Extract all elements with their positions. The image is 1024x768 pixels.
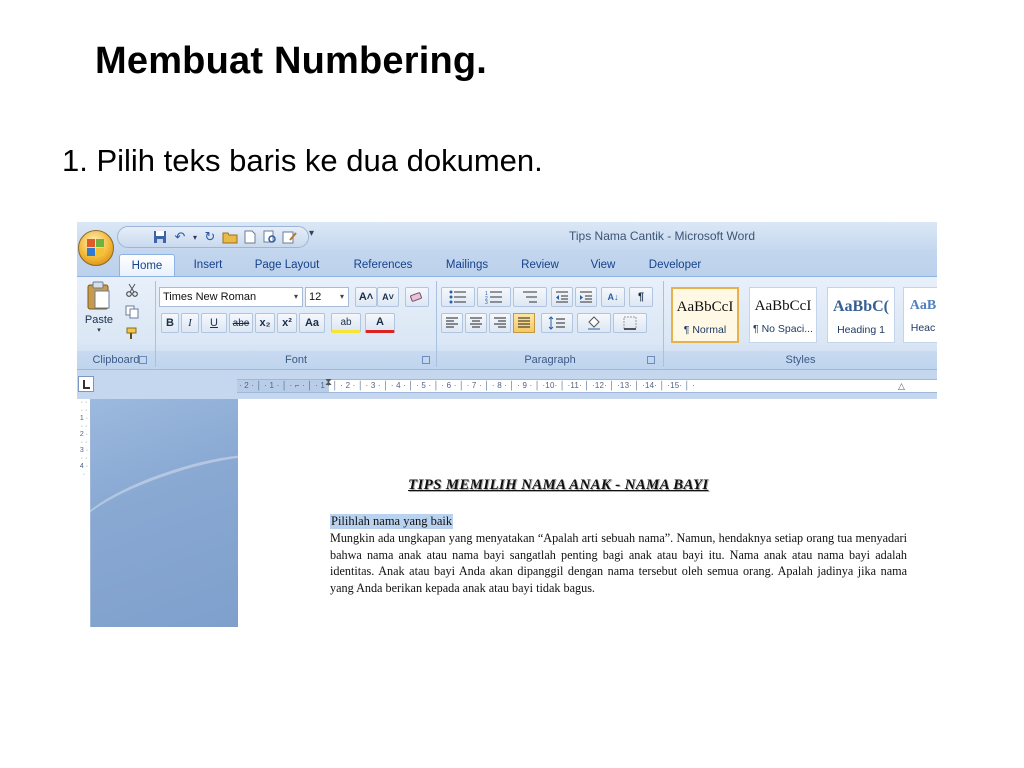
multilevel-list-icon bbox=[523, 291, 537, 303]
horizontal-ruler-row: · 2 · │ · 1 · │ · ⌐ · │ · 1 · │ · 2 · │ … bbox=[77, 369, 937, 399]
font-color-button[interactable]: A bbox=[365, 313, 395, 333]
paste-label: Paste bbox=[84, 314, 114, 326]
shading-button[interactable] bbox=[577, 313, 611, 333]
quick-access-toolbar: ↶ ▾ ↻ bbox=[117, 226, 309, 248]
format-painter-icon[interactable] bbox=[121, 325, 143, 343]
ruler-marks: · 2 · │ · 1 · │ · ⌐ · │ · 1 · │ · 2 · │ … bbox=[239, 381, 696, 390]
svg-text:3: 3 bbox=[485, 300, 488, 304]
shrink-font-button[interactable]: A˅ bbox=[377, 287, 399, 307]
clear-formatting-button[interactable] bbox=[405, 287, 429, 307]
tab-review[interactable]: Review bbox=[513, 254, 567, 276]
justify-icon bbox=[518, 317, 530, 328]
indent-marker-icon[interactable]: ⧗ bbox=[325, 377, 332, 388]
tab-view[interactable]: View bbox=[583, 254, 623, 276]
bullets-button[interactable] bbox=[441, 287, 475, 307]
align-center-button[interactable] bbox=[465, 313, 487, 333]
office-button[interactable] bbox=[78, 230, 114, 266]
subscript-button[interactable]: x₂ bbox=[255, 313, 275, 333]
font-family-select[interactable]: Times New Roman ▾ bbox=[159, 287, 303, 307]
line-spacing-icon bbox=[548, 316, 565, 330]
increase-indent-button[interactable] bbox=[575, 287, 597, 307]
paragraph-launcher-icon[interactable] bbox=[647, 356, 655, 364]
document-heading: TIPS MEMILIH NAMA ANAK - NAMA BAYI bbox=[408, 477, 709, 493]
grow-font-button[interactable]: A˄ bbox=[355, 287, 377, 307]
copy-icon[interactable] bbox=[121, 303, 143, 321]
font-group-label: Font bbox=[156, 351, 436, 369]
save-icon[interactable] bbox=[152, 229, 168, 245]
print-preview-icon[interactable] bbox=[262, 229, 278, 245]
tab-page-layout[interactable]: Page Layout bbox=[247, 254, 327, 276]
align-right-button[interactable] bbox=[489, 313, 511, 333]
horizontal-ruler[interactable]: · 2 · │ · 1 · │ · ⌐ · │ · 1 · │ · 2 · │ … bbox=[237, 377, 937, 393]
style-no-spacing[interactable]: AaBbCcI ¶ No Spaci... bbox=[749, 287, 817, 343]
document-page[interactable]: TIPS MEMILIH NAMA ANAK - NAMA BAYI Pilih… bbox=[238, 399, 937, 627]
eraser-icon bbox=[410, 292, 422, 302]
font-size-select[interactable]: 12 ▾ bbox=[305, 287, 349, 307]
paint-bucket-icon bbox=[588, 316, 600, 330]
undo-icon[interactable]: ↶ bbox=[172, 229, 188, 245]
clipboard-icon bbox=[87, 281, 110, 310]
open-folder-icon[interactable] bbox=[222, 229, 238, 245]
borders-button[interactable] bbox=[613, 313, 647, 333]
customize-qat-dropdown-icon[interactable]: ▾ bbox=[309, 228, 314, 239]
paste-dropdown-icon: ▾ bbox=[97, 327, 101, 334]
redo-icon[interactable]: ↻ bbox=[202, 229, 218, 245]
increase-indent-icon bbox=[580, 291, 592, 303]
vertical-ruler-marks: · · · · 1 · · · 2 · · · 3 · · · 4 · · bbox=[79, 399, 89, 478]
new-document-icon[interactable] bbox=[242, 229, 258, 245]
decrease-indent-icon bbox=[556, 291, 568, 303]
right-indent-marker-icon[interactable]: △ bbox=[898, 381, 905, 392]
align-left-icon bbox=[446, 317, 458, 328]
multilevel-list-button[interactable] bbox=[513, 287, 547, 307]
cut-icon[interactable] bbox=[121, 281, 143, 299]
ribbon-tabs: Home Insert Page Layout References Maili… bbox=[77, 250, 937, 276]
word-screenshot: Tips Nama Cantik - Microsoft Word ↶ ▾ ↻ … bbox=[77, 222, 937, 627]
slide-title: Membuat Numbering. bbox=[95, 40, 488, 82]
clipboard-launcher-icon[interactable] bbox=[139, 356, 147, 364]
document-body-paragraph[interactable]: Mungkin ada ungkapan yang menyatakan “Ap… bbox=[330, 530, 907, 596]
show-marks-button[interactable]: ¶ bbox=[629, 287, 653, 307]
numbering-button[interactable]: 123 bbox=[477, 287, 511, 307]
ribbon-home: Paste ▾ Clipboard Times New Roman ▾ 12 ▾… bbox=[77, 276, 937, 369]
superscript-button[interactable]: x² bbox=[277, 313, 297, 333]
chevron-down-icon: ▾ bbox=[293, 292, 298, 301]
font-launcher-icon[interactable] bbox=[422, 356, 430, 364]
sort-button[interactable]: A↓ bbox=[601, 287, 625, 307]
align-center-icon bbox=[470, 317, 482, 328]
align-right-icon bbox=[494, 317, 506, 328]
style-normal[interactable]: AaBbCcI ¶ Normal bbox=[671, 287, 739, 343]
underline-button[interactable]: U bbox=[201, 313, 227, 333]
tab-selector-icon[interactable] bbox=[78, 376, 94, 392]
style-heading-2[interactable]: AaB Heac bbox=[903, 287, 937, 343]
styles-group-label: Styles bbox=[664, 351, 937, 369]
decrease-indent-button[interactable] bbox=[551, 287, 573, 307]
selected-text-line[interactable]: Pilihlah nama yang baik bbox=[330, 514, 454, 529]
tab-mailings[interactable]: Mailings bbox=[437, 254, 497, 276]
strikethrough-button[interactable]: abe bbox=[229, 313, 253, 333]
document-workspace-background bbox=[77, 399, 295, 627]
italic-button[interactable]: I bbox=[181, 313, 199, 333]
numbering-icon: 123 bbox=[485, 291, 502, 304]
undo-dropdown-icon[interactable]: ▾ bbox=[192, 229, 198, 245]
chevron-down-icon: ▾ bbox=[339, 292, 344, 301]
text-highlight-button[interactable]: ab bbox=[331, 313, 361, 333]
bold-button[interactable]: B bbox=[161, 313, 179, 333]
office-logo-icon bbox=[87, 239, 105, 257]
paragraph-group-label: Paragraph bbox=[437, 351, 663, 369]
edit-document-icon[interactable] bbox=[282, 229, 298, 245]
title-bar: Tips Nama Cantik - Microsoft Word ↶ ▾ ↻ … bbox=[77, 222, 937, 250]
align-left-button[interactable] bbox=[441, 313, 463, 333]
tab-home[interactable]: Home bbox=[119, 254, 175, 276]
borders-icon bbox=[623, 316, 637, 330]
paste-button[interactable]: Paste ▾ bbox=[83, 281, 115, 339]
slide-step-text: 1. Pilih teks baris ke dua dokumen. bbox=[62, 143, 543, 178]
tab-developer[interactable]: Developer bbox=[639, 254, 711, 276]
line-spacing-button[interactable] bbox=[541, 313, 573, 333]
bullets-icon bbox=[449, 290, 466, 304]
tab-references[interactable]: References bbox=[343, 254, 423, 276]
style-heading-1[interactable]: AaBbC( Heading 1 bbox=[827, 287, 895, 343]
tab-insert[interactable]: Insert bbox=[183, 254, 233, 276]
change-case-button[interactable]: Aa bbox=[299, 313, 325, 333]
justify-button[interactable] bbox=[513, 313, 535, 333]
